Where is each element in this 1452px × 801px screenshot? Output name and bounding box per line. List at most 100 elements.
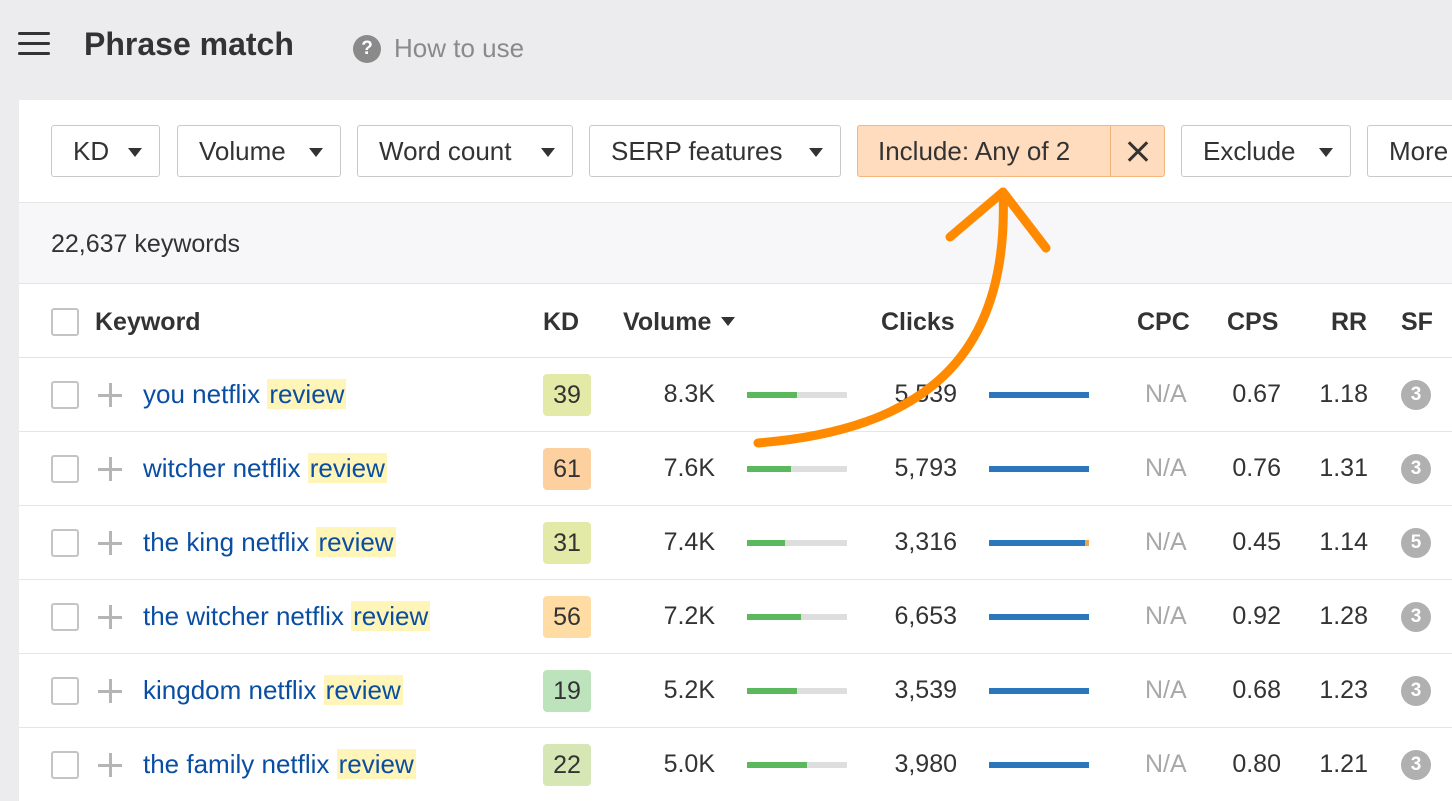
keyword-link[interactable]: the king netflix review — [143, 527, 396, 558]
rr-value: 1.31 — [1319, 454, 1368, 482]
keyword-link[interactable]: the witcher netflix review — [143, 601, 431, 632]
cpc-value: N/A — [1145, 602, 1187, 630]
add-to-list-icon[interactable] — [98, 753, 122, 777]
clicks-value: 3,980 — [894, 750, 957, 778]
caret-down-icon — [809, 148, 823, 157]
clicks-organic-fill — [989, 688, 1089, 694]
keyword-highlight: review — [267, 379, 347, 409]
rr-value: 1.23 — [1319, 676, 1368, 704]
column-header-clicks[interactable]: Clicks — [881, 308, 955, 337]
clicks-organic-fill — [989, 614, 1089, 620]
cpc-value: N/A — [1145, 676, 1187, 704]
caret-down-icon — [128, 148, 142, 157]
kd-badge: 31 — [543, 522, 591, 564]
row-checkbox[interactable] — [51, 381, 79, 409]
table-row: the witcher netflix review 56 7.2K 6,653… — [19, 580, 1452, 654]
add-to-list-icon[interactable] — [98, 457, 122, 481]
volume-bar-fill — [747, 392, 797, 398]
column-header-kd[interactable]: KD — [543, 308, 579, 337]
column-header-sf[interactable]: SF — [1401, 308, 1433, 337]
add-to-list-icon[interactable] — [98, 605, 122, 629]
clicks-paid-fill — [1085, 540, 1089, 546]
column-header-volume[interactable]: Volume — [623, 308, 736, 337]
close-icon[interactable] — [1111, 126, 1164, 176]
volume-filter-label: Volume — [199, 136, 286, 166]
row-checkbox[interactable] — [51, 677, 79, 705]
column-header-keyword[interactable]: Keyword — [95, 308, 201, 337]
keyword-count: 22,637 keywords — [51, 230, 241, 258]
keyword-text: you netflix — [143, 379, 261, 409]
add-to-list-icon[interactable] — [98, 531, 122, 555]
kd-filter-button[interactable]: KD — [51, 125, 160, 177]
table-row: kingdom netflix review 19 5.2K 3,539 N/A… — [19, 654, 1452, 728]
exclude-filter-button[interactable]: Exclude — [1181, 125, 1351, 177]
clicks-value: 3,316 — [894, 528, 957, 556]
volume-value: 7.6K — [663, 454, 715, 482]
keyword-link[interactable]: you netflix review — [143, 379, 347, 410]
serp-features-filter-button[interactable]: SERP features — [589, 125, 841, 177]
select-all-checkbox[interactable] — [51, 308, 79, 336]
cps-value: 0.80 — [1232, 750, 1281, 778]
serp-features-count-badge[interactable]: 3 — [1401, 750, 1431, 780]
clicks-value: 5,793 — [894, 454, 957, 482]
include-filter-label: Include: Any of 2 — [878, 136, 1071, 166]
cpc-value: N/A — [1145, 528, 1187, 556]
cps-value: 0.92 — [1232, 602, 1281, 630]
column-header-cpc[interactable]: CPC — [1137, 308, 1190, 337]
serp-features-count-badge[interactable]: 3 — [1401, 380, 1431, 410]
row-checkbox[interactable] — [51, 455, 79, 483]
keyword-highlight: review — [351, 601, 431, 631]
keyword-highlight: review — [336, 749, 416, 779]
keyword-table-body: you netflix review 39 8.3K 5,539 N/A 0.6… — [19, 358, 1452, 801]
caret-down-icon — [541, 148, 555, 157]
clicks-organic-fill — [989, 540, 1085, 546]
more-filters-button[interactable]: More — [1367, 125, 1452, 177]
serp-features-count-badge[interactable]: 3 — [1401, 602, 1431, 632]
serp-features-count-badge[interactable]: 3 — [1401, 676, 1431, 706]
add-to-list-icon[interactable] — [98, 383, 122, 407]
row-checkbox[interactable] — [51, 751, 79, 779]
column-header-cps[interactable]: CPS — [1227, 308, 1278, 337]
word-count-filter-button[interactable]: Word count — [357, 125, 573, 177]
keyword-link[interactable]: the family netflix review — [143, 749, 416, 780]
row-checkbox[interactable] — [51, 603, 79, 631]
results-panel: KD Volume Word count SERP features Inclu… — [19, 100, 1452, 801]
include-filter-button[interactable]: Include: Any of 2 — [857, 125, 1165, 177]
volume-bar — [747, 540, 847, 546]
kd-badge: 61 — [543, 448, 591, 490]
caret-down-icon — [1319, 148, 1333, 157]
serp-features-filter-label: SERP features — [611, 136, 783, 166]
cps-value: 0.76 — [1232, 454, 1281, 482]
volume-filter-button[interactable]: Volume — [177, 125, 341, 177]
cps-value: 0.68 — [1232, 676, 1281, 704]
hamburger-menu-icon[interactable] — [18, 32, 50, 58]
table-row: witcher netflix review 61 7.6K 5,793 N/A… — [19, 432, 1452, 506]
column-header-rr[interactable]: RR — [1331, 308, 1367, 337]
keyword-link[interactable]: witcher netflix review — [143, 453, 387, 484]
serp-features-count-badge[interactable]: 3 — [1401, 454, 1431, 484]
keyword-link[interactable]: kingdom netflix review — [143, 675, 403, 706]
clicks-bar — [989, 614, 1089, 620]
volume-value: 5.2K — [663, 676, 715, 704]
clicks-value: 6,653 — [894, 602, 957, 630]
how-to-use-link[interactable]: How to use — [394, 33, 524, 64]
row-checkbox[interactable] — [51, 529, 79, 557]
cpc-value: N/A — [1145, 454, 1187, 482]
volume-value: 5.0K — [663, 750, 715, 778]
kd-badge: 22 — [543, 744, 591, 786]
kd-filter-label: KD — [73, 136, 110, 166]
question-icon[interactable]: ? — [353, 35, 381, 63]
sort-desc-icon — [721, 316, 736, 326]
add-to-list-icon[interactable] — [98, 679, 122, 703]
clicks-bar — [989, 762, 1089, 768]
keyword-text: the witcher netflix — [143, 601, 344, 631]
table-row: you netflix review 39 8.3K 5,539 N/A 0.6… — [19, 358, 1452, 432]
serp-features-count-badge[interactable]: 5 — [1401, 528, 1431, 558]
keyword-text: kingdom netflix — [143, 675, 317, 705]
volume-value: 7.4K — [663, 528, 715, 556]
cpc-value: N/A — [1145, 750, 1187, 778]
volume-bar — [747, 466, 847, 472]
clicks-organic-fill — [989, 466, 1089, 472]
clicks-bar — [989, 392, 1089, 398]
clicks-value: 5,539 — [894, 380, 957, 408]
